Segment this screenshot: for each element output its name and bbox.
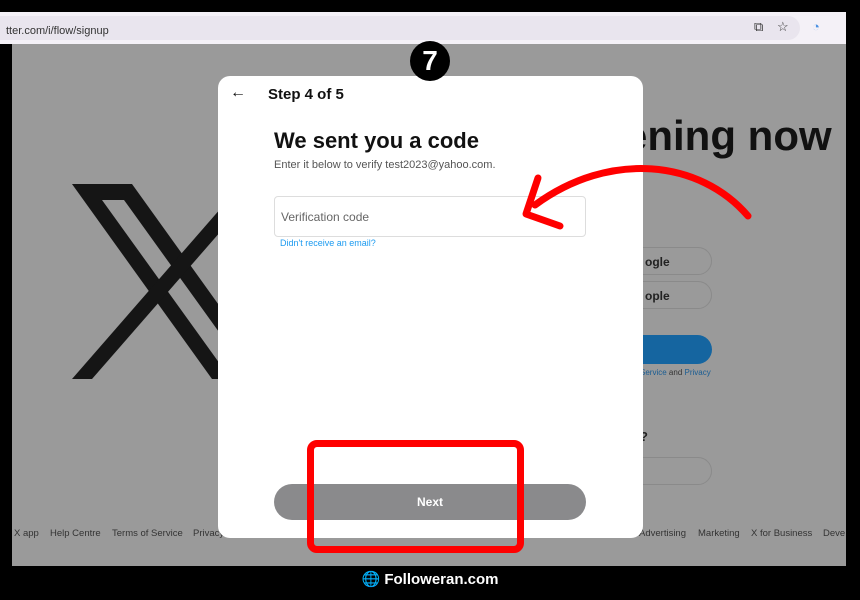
annotation-highlight-box: [307, 440, 524, 553]
globe-icon: 🌐: [361, 571, 381, 588]
watermark-text: Followeran.com: [384, 571, 499, 588]
watermark: 🌐 Followeran.com: [0, 570, 860, 588]
